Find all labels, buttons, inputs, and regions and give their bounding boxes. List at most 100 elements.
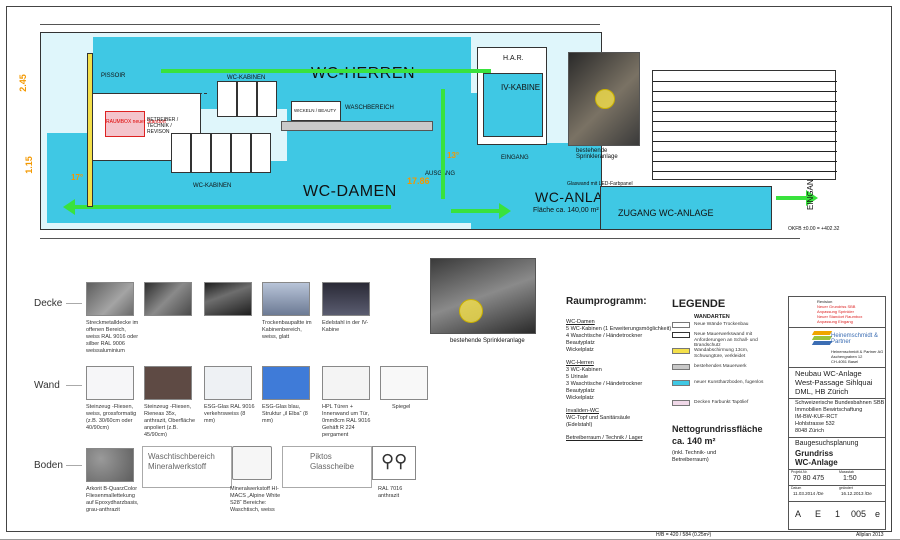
boden-text-4: Piktos Glasscheibe xyxy=(310,452,355,471)
wand-sample-3 xyxy=(204,366,252,400)
decke-text-5: Edelstahl in der IV-Kabine xyxy=(322,320,369,333)
damen-stall-3 xyxy=(211,133,231,173)
rp-section-herren: WC-Herren 3 WC-Kabinen 5 Urinale 3 Wasch… xyxy=(566,360,676,402)
center-arrow xyxy=(441,89,445,199)
wc-damen-title: WC-DAMEN xyxy=(303,183,397,200)
stair-step xyxy=(653,131,837,132)
decke-sample-5 xyxy=(322,282,370,316)
urinal-row xyxy=(97,85,207,94)
rp-section-damen: WC-Damen 5 WC-Kabinen (1 Erweiterungsmög… xyxy=(566,319,676,354)
tb-divider xyxy=(789,437,885,438)
logo-layer xyxy=(811,341,833,345)
floor-plan: RAUMBOX neuer Standort BETREIBER / TECHN… xyxy=(40,32,633,230)
stair-step xyxy=(653,121,837,122)
sprinkler-photo-bottom xyxy=(430,258,536,334)
waschbereich-label: WASCHBEREICH xyxy=(345,105,394,111)
code-cell: 1 xyxy=(835,509,841,519)
har-label: H.A.R. xyxy=(503,55,524,62)
boden-text-1: Arkorit B-QuarzColor Fliesenmallettekung… xyxy=(86,486,139,513)
damen-stall-2 xyxy=(191,133,211,173)
plan-name: WC-Anlage xyxy=(795,458,838,467)
wand-sample-5 xyxy=(322,366,370,400)
dim-13: 13° xyxy=(447,151,460,160)
revision-table: Revision Neuer Grundriss SBB Anpassung S… xyxy=(789,297,885,328)
iv-kabine-label: IV-KABINE xyxy=(501,83,541,92)
row-divider xyxy=(66,465,82,466)
phase: Baugesuchsplanung xyxy=(795,440,859,447)
rp-line: (Edelstahl) xyxy=(566,422,593,428)
wand-text-1: Steinzeug -Fliesen, weiss, grossformatig… xyxy=(86,404,137,431)
wand-sample-1 xyxy=(86,366,134,400)
wand-text-6: Spiegel xyxy=(392,404,411,410)
stair-step xyxy=(653,171,837,172)
rp-head: Betreiberraum / Technik / Lager xyxy=(566,435,643,441)
rp-line: 4 Waschtische / Händetrockner xyxy=(566,333,643,339)
stair-step xyxy=(653,161,837,162)
sprinkler-highlight xyxy=(595,89,615,109)
row-label-wand: Wand xyxy=(34,380,60,391)
tb-divider xyxy=(789,501,885,502)
client-line: Schweizerische Bundesbahnen SBB xyxy=(795,400,885,406)
boden-sample-1 xyxy=(86,448,134,482)
zugang-arrow xyxy=(776,196,806,200)
legend-text-2: Neue Mauerwerkswand mit Anforderungen an… xyxy=(694,332,758,348)
top-dimension-line xyxy=(40,24,600,25)
rp-line: WC-Topf und Sanitärsäule xyxy=(566,415,631,421)
rp-line: 3 WC-Kabinen xyxy=(566,367,602,373)
legend-swatch-1 xyxy=(672,322,690,328)
rp-section-betreiber: Betreiberraum / Technik / Lager xyxy=(566,435,676,442)
legend-swatch-4 xyxy=(672,364,690,370)
boden-sample-3 xyxy=(232,446,272,480)
boden-text-2: Waschtischbereich Mineralwerkstoff xyxy=(148,452,215,471)
raumprogramm-title: Raumprogramm: xyxy=(566,296,647,307)
legend-text-6: Decken Farbunkt Tapölief xyxy=(694,400,749,405)
rp-line: Wickelplatz xyxy=(566,395,594,401)
datum-label: Datum xyxy=(791,486,802,490)
sprinkler-highlight xyxy=(459,299,483,323)
dim-1786: 17.86 xyxy=(407,176,430,186)
firm-name: Heinemschmidt & Partner xyxy=(831,333,879,345)
row-divider xyxy=(66,303,82,304)
dim-15: 1.15 xyxy=(23,156,34,174)
herren-kabinen-label: WC-KABINEN xyxy=(227,75,266,81)
legend-swatch-2 xyxy=(672,332,690,338)
wand-text-4: ESG-Glas blau, Struktur „il Elba“ (8 mm) xyxy=(262,404,308,424)
pissoir-label: PISSOIR xyxy=(101,73,126,79)
toilet-sign-icon: ⚲⚲ xyxy=(381,451,408,471)
massstab: 1:50 xyxy=(843,475,857,482)
legende-subtitle: WANDARTEN xyxy=(694,314,730,320)
legend-swatch-6 xyxy=(672,400,690,406)
netto-value: ca. 140 m² xyxy=(672,436,716,446)
damen-kabinen-label: WC-KABINEN xyxy=(193,183,232,189)
decke-text-1: Streckmetalldecke im offenen Bereich, we… xyxy=(86,320,139,354)
code-cell: E xyxy=(815,509,822,519)
rp-line: 3 Waschtische / Händetrockner xyxy=(566,381,643,387)
rp-section-invaliden: Invaliden-WC WC-Topf und Sanitärsäule (E… xyxy=(566,408,676,429)
stair-step xyxy=(653,111,837,112)
rp-head: Invaliden-WC xyxy=(566,408,600,414)
sprinkler-photo-top xyxy=(568,52,640,146)
legend-text-5: neuer Kunstharzboden, fugenlos xyxy=(694,380,764,385)
boden-text-5: RAL 7016 anthrazit xyxy=(378,486,403,499)
damen-stall-5 xyxy=(251,133,271,173)
stair-step xyxy=(653,81,837,82)
flaeche-label: Fläche ca. 140,00 m² xyxy=(533,207,599,214)
damen-arrow-head xyxy=(63,199,75,215)
row-divider xyxy=(66,385,82,386)
herren-stall-1 xyxy=(217,81,237,117)
raumprogramm: Raumprogramm: WC-Damen 5 WC-Kabinen (1 E… xyxy=(566,296,676,442)
firm-line: CH-4051 Basel xyxy=(831,359,859,364)
outlet-arrow xyxy=(451,209,501,213)
client-line: IM-BW-KUF-RCT xyxy=(795,414,838,420)
code-cell: 005 xyxy=(851,509,867,519)
decke-sample-1 xyxy=(86,282,134,316)
geaendert-label: geändert xyxy=(839,486,853,490)
dim-245: 2.45 xyxy=(17,74,28,92)
decke-sample-4 xyxy=(262,282,310,316)
sprinkler-top-label: bestehende Sprinkleranlage xyxy=(576,148,618,160)
core-wall xyxy=(281,121,433,131)
stair-step xyxy=(653,101,837,102)
stair-step xyxy=(653,141,837,142)
footer-size: H/B = 420 / 584 (0.25m²) xyxy=(656,532,712,538)
wand-text-3: ESG-Glas RAL 9016 verkehrsweiss (8 mm) xyxy=(204,404,255,424)
